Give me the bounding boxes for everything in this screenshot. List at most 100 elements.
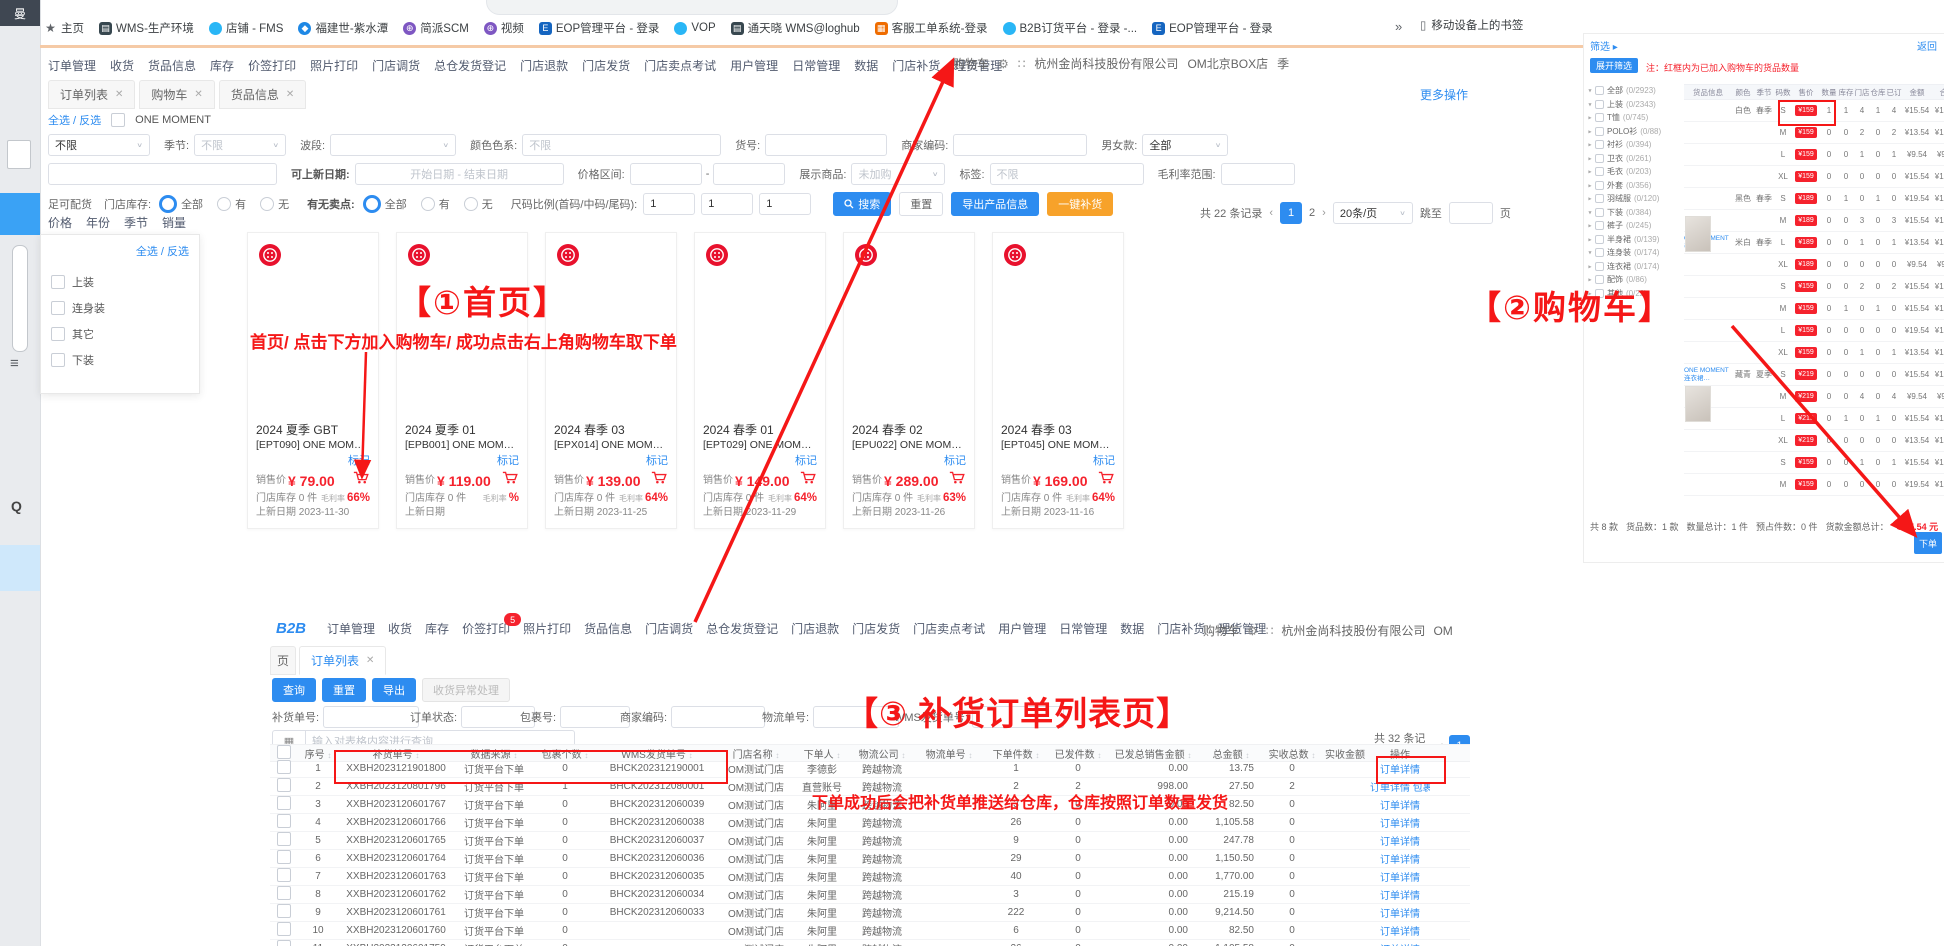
- nav-item[interactable]: 门店补货: [892, 57, 940, 74]
- order-detail-link[interactable]: 订单详情: [1380, 855, 1420, 866]
- cart-row[interactable]: ONE MOMENT 春秋款… 米白 春季 L ¥189 0 0 1 0 1 ¥…: [1684, 232, 1944, 254]
- caret-icon[interactable]: ▸: [1588, 168, 1591, 175]
- caret-icon[interactable]: ▾: [1588, 209, 1591, 216]
- nav-item[interactable]: 照片打印: [310, 57, 358, 74]
- tree-item[interactable]: ▸ 羽绒服 (0/120): [1588, 192, 1682, 206]
- reset-button[interactable]: 重置: [322, 678, 366, 702]
- mark-link[interactable]: 标记: [852, 452, 966, 470]
- order-detail-link[interactable]: 订单详情: [1380, 891, 1420, 902]
- price-max-input[interactable]: [713, 163, 785, 185]
- tree-item[interactable]: ▸ 卫衣 (0/261): [1588, 152, 1682, 166]
- tree-item[interactable]: ▾ 连身装 (0/174): [1588, 246, 1682, 260]
- cart-row[interactable]: L ¥219 0 1 0 1 0 ¥15.54 ¥15.54: [1684, 408, 1944, 430]
- mark-link[interactable]: 标记: [1001, 452, 1115, 470]
- tab-order-list[interactable]: 订单列表 ✕: [299, 646, 386, 675]
- page-2[interactable]: 2: [1309, 207, 1315, 219]
- mark-link[interactable]: 标记: [256, 452, 370, 470]
- expand-filter-button[interactable]: 展开筛选: [1590, 58, 1638, 73]
- category-checkbox[interactable]: [51, 353, 65, 367]
- tree-checkbox[interactable]: [1595, 127, 1604, 136]
- mark-link[interactable]: 标记: [405, 452, 519, 470]
- cart-qty-input[interactable]: 0: [1820, 172, 1838, 181]
- column-header[interactable]: 下单人 ↕: [794, 746, 850, 761]
- cart-row[interactable]: 黑色 春季 S ¥189 0 1 0 1 0 ¥19.54 ¥19.54: [1684, 188, 1944, 210]
- ratio-3-input[interactable]: 1: [759, 193, 811, 215]
- tab[interactable]: 购物车 ✕: [139, 80, 214, 109]
- package-detail-link[interactable]: 包裹详情: [1413, 783, 1430, 794]
- jump-page-input[interactable]: [1449, 202, 1493, 224]
- bookmark-item[interactable]: ▦ 客服工单系统-登录: [875, 20, 988, 36]
- tree-checkbox[interactable]: [1595, 262, 1604, 271]
- one-key-restock-button[interactable]: 一键补货: [1047, 192, 1113, 216]
- row-checkbox[interactable]: [277, 814, 291, 828]
- nav-item[interactable]: 货品信息: [584, 620, 632, 637]
- cart-row[interactable]: M ¥219 0 0 4 0 4 ¥9.54 ¥9.54: [1684, 386, 1944, 408]
- product-card[interactable]: 2024 春季 01 [EPT029] ONE MOMENT... 标记 销售价…: [694, 232, 826, 529]
- row-checkbox[interactable]: [277, 904, 291, 918]
- price-min-input[interactable]: [630, 163, 702, 185]
- cart-row[interactable]: M ¥159 0 1 0 1 0 ¥15.54 ¥15.54: [1684, 298, 1944, 320]
- cart-qty-input[interactable]: 0: [1820, 304, 1838, 313]
- caret-icon[interactable]: ▸: [1588, 195, 1591, 202]
- sort-link[interactable]: 销量: [162, 214, 186, 231]
- cart-qty-input[interactable]: 0: [1820, 458, 1838, 467]
- order-detail-link[interactable]: 订单详情: [1380, 927, 1420, 938]
- cart-qty-input[interactable]: 0: [1820, 414, 1838, 423]
- order-detail-link[interactable]: 订单详情: [1380, 819, 1420, 830]
- color-input[interactable]: 不限: [522, 134, 721, 156]
- tree-item[interactable]: ▸ T恤 (0/745): [1588, 111, 1682, 125]
- nav-item[interactable]: 门店调货: [372, 57, 420, 74]
- mobile-bookmarks[interactable]: ▯ 移动设备上的书签: [1420, 17, 1523, 33]
- mark-link[interactable]: 标记: [554, 452, 668, 470]
- sort-link[interactable]: 价格: [48, 214, 72, 231]
- row-checkbox[interactable]: [277, 796, 291, 810]
- row-checkbox[interactable]: [277, 940, 291, 946]
- category-option[interactable]: 连身装: [41, 295, 199, 321]
- close-icon[interactable]: ✕: [115, 89, 123, 100]
- caret-icon[interactable]: ▸: [1588, 236, 1591, 243]
- order-row[interactable]: 8 XXBH2023120601762 订货平台下单 0 BHCK2023120…: [270, 886, 1470, 904]
- tree-item[interactable]: ▸ 连衣裙 (0/174): [1588, 260, 1682, 274]
- cart-row[interactable]: S ¥159 0 0 1 0 1 ¥15.54 ¥15.54: [1684, 452, 1944, 474]
- order-detail-link[interactable]: 订单详情: [1380, 837, 1420, 848]
- category-select[interactable]: 不限∨: [48, 134, 150, 156]
- column-header[interactable]: 门店名称 ↕: [718, 746, 794, 761]
- cart-qty-input[interactable]: 0: [1820, 128, 1838, 137]
- row-checkbox[interactable]: [277, 922, 291, 936]
- launch-date-range[interactable]: 开始日期 - 结束日期: [355, 163, 564, 185]
- add-to-cart-icon[interactable]: [949, 470, 966, 491]
- radio-sp-all[interactable]: [363, 195, 381, 213]
- tree-item[interactable]: ▾ 上装 (0/2343): [1588, 98, 1682, 112]
- order-detail-link[interactable]: 订单详情: [1370, 783, 1410, 794]
- tree-item[interactable]: ▸ 毛衣 (0/203): [1588, 165, 1682, 179]
- bookmark-item[interactable]: E EOP管理平台 - 登录: [539, 20, 660, 36]
- category-option[interactable]: 其它: [41, 321, 199, 347]
- radio-sp-no[interactable]: [464, 197, 478, 211]
- nav-item[interactable]: 门店补货: [1157, 620, 1205, 637]
- column-header[interactable]: 实收总数 ↕: [1264, 746, 1320, 761]
- sort-icon[interactable]: ↕: [1311, 751, 1315, 760]
- place-order-button[interactable]: 下单: [1914, 532, 1942, 554]
- tree-checkbox[interactable]: [1595, 100, 1604, 109]
- order-row[interactable]: 5 XXBH2023120601765 订货平台下单 0 BHCK2023120…: [270, 832, 1470, 850]
- cart-qty-input[interactable]: 0: [1820, 238, 1838, 247]
- keyword-input[interactable]: [48, 163, 277, 185]
- sort-icon[interactable]: ↕: [1035, 751, 1039, 760]
- nav-item[interactable]: 总仓发货登记: [434, 57, 506, 74]
- close-icon[interactable]: ✕: [366, 655, 374, 666]
- tree-checkbox[interactable]: [1595, 86, 1604, 95]
- tree-checkbox[interactable]: [1595, 221, 1604, 230]
- column-header[interactable]: 已发总销售金额 ↕: [1108, 746, 1198, 761]
- cart-row[interactable]: XL ¥159 0 0 1 0 1 ¥13.54 ¥13.54: [1684, 342, 1944, 364]
- bookmark-item[interactable]: VOP: [674, 22, 715, 35]
- tree-checkbox[interactable]: [1595, 181, 1604, 190]
- cart-qty-input[interactable]: 0: [1820, 392, 1838, 401]
- cart-row[interactable]: ONE MOMENT 连衣裙… 藏青 夏季 S ¥219 0 0 0 0 0 ¥…: [1684, 364, 1944, 386]
- radio-stock-all[interactable]: [159, 195, 177, 213]
- cart-qty-input[interactable]: 0: [1820, 370, 1838, 379]
- order-row[interactable]: 11 XXBH2023120601759 订货平台下单 0 OM测试门店 朱阿里…: [270, 940, 1470, 946]
- bookmarks-overflow-chevron[interactable]: »: [1395, 19, 1402, 34]
- display-select[interactable]: 未加购∨: [851, 163, 945, 185]
- order-detail-link[interactable]: 订单详情: [1380, 873, 1420, 884]
- product-card[interactable]: 2024 春季 03 [EPT045] ONE MOMENT... 标记 销售价…: [992, 232, 1124, 529]
